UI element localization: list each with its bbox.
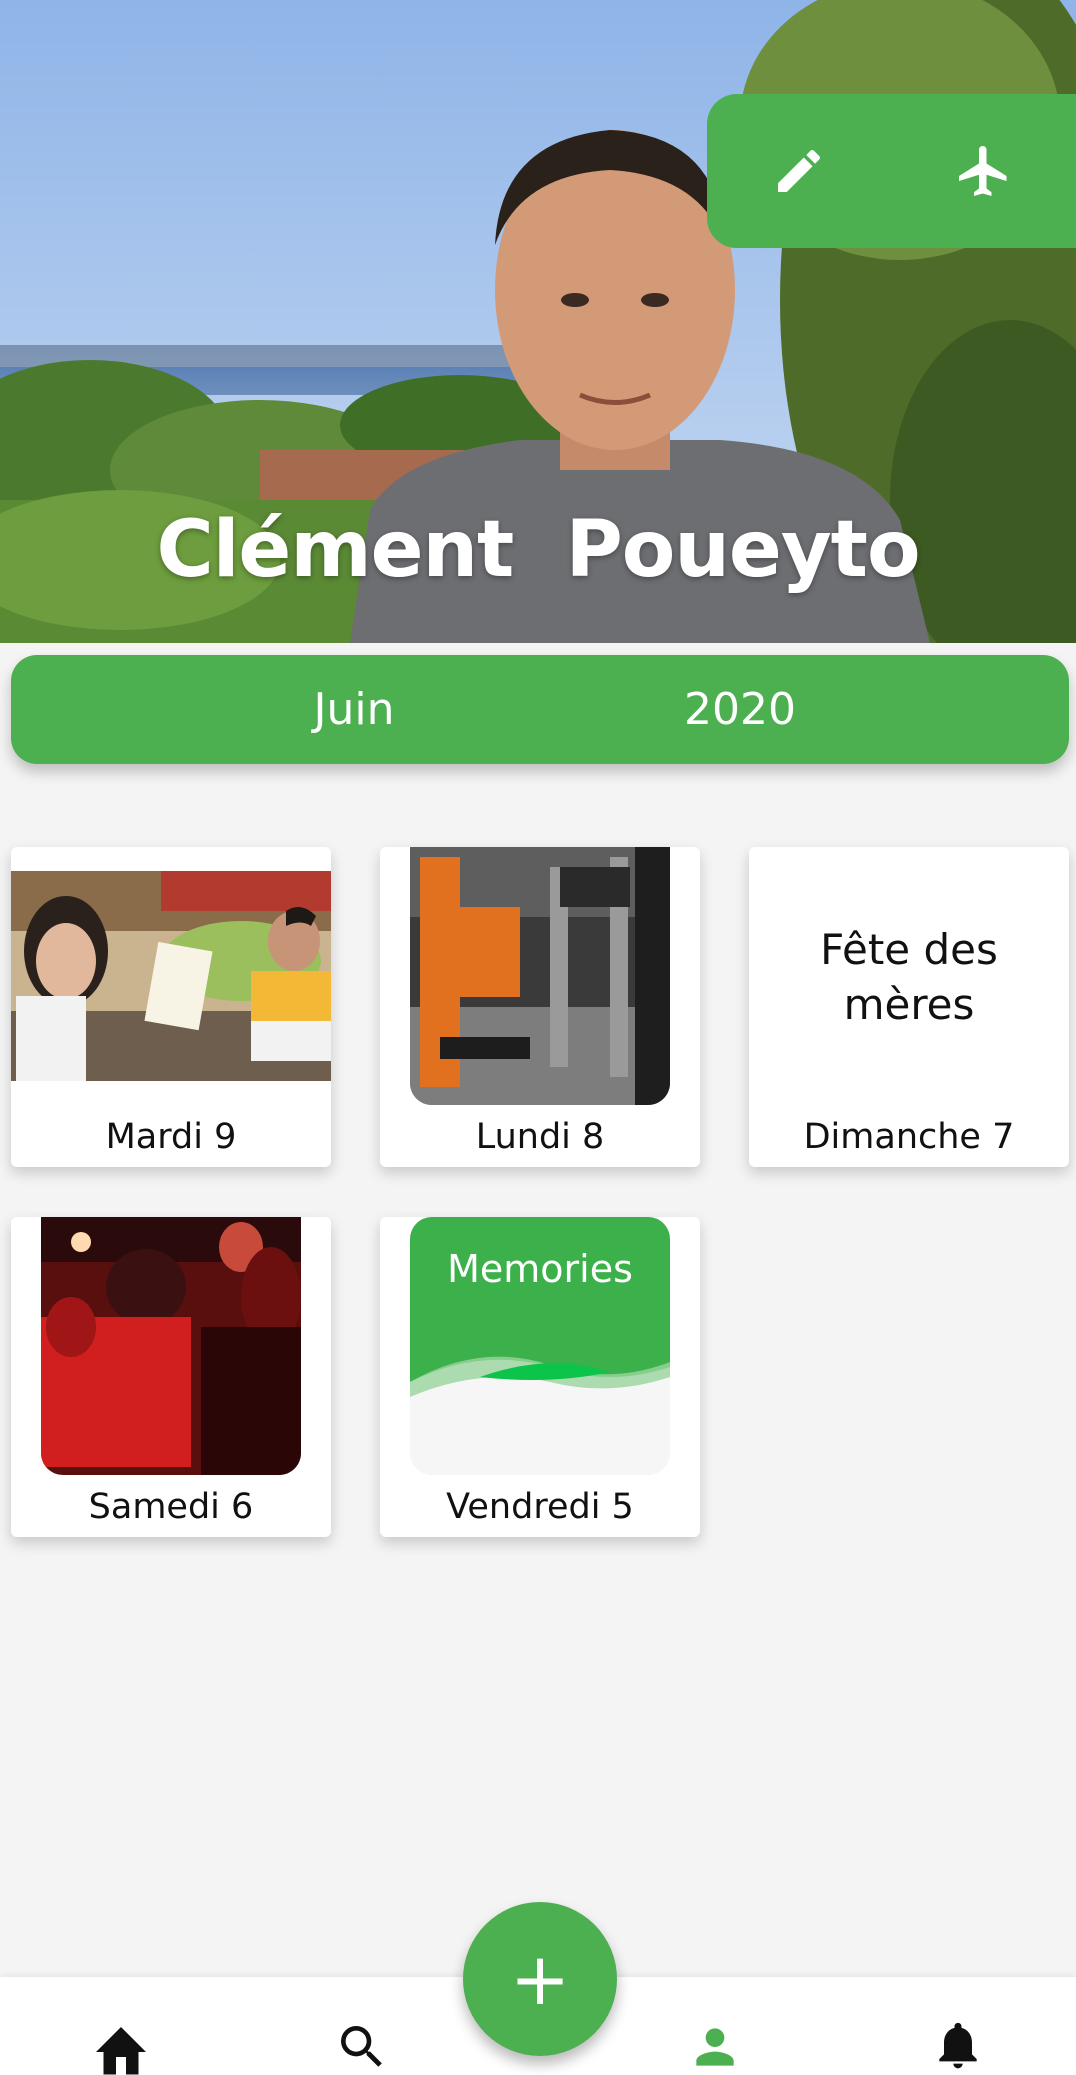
nav-home[interactable] xyxy=(61,1977,181,2075)
event-title-line-1: Fête des xyxy=(820,925,998,974)
bell-icon xyxy=(939,2022,977,2069)
day-card-lundi-8[interactable]: Lundi 8 xyxy=(380,847,700,1167)
day-label: Vendredi 5 xyxy=(446,1487,634,1527)
nav-search[interactable] xyxy=(302,1977,422,2075)
day-label: Mardi 9 xyxy=(105,1117,237,1157)
day-photo xyxy=(410,847,670,1105)
day-photo xyxy=(41,1217,301,1475)
edit-button[interactable] xyxy=(707,94,892,248)
profile-screen: Clément Poueyto Juin 2020 Mardi 9 Lundi … xyxy=(0,0,1076,2075)
search-icon xyxy=(341,2026,382,2067)
day-card-dimanche-7[interactable]: Fête des mères Dimanche 7 xyxy=(749,847,1069,1167)
nav-notifications[interactable] xyxy=(898,1977,1018,2075)
memories-title: Memories xyxy=(447,1247,633,1291)
header-actions xyxy=(707,94,1076,248)
profile-name: Clément Poueyto xyxy=(156,505,920,595)
day-label: Dimanche 7 xyxy=(803,1117,1015,1157)
day-label: Samedi 6 xyxy=(88,1487,254,1527)
event-title-line-2: mères xyxy=(843,980,975,1029)
day-photo xyxy=(11,871,331,1081)
add-button[interactable]: + xyxy=(463,1902,617,2056)
month-selector[interactable]: Juin 2020 xyxy=(11,655,1069,764)
day-card-vendredi-5[interactable]: Memories Vendredi 5 xyxy=(380,1217,700,1537)
day-label: Lundi 8 xyxy=(475,1117,605,1157)
airplane-icon xyxy=(958,146,1007,196)
day-card-samedi-6[interactable]: Samedi 6 xyxy=(11,1217,331,1537)
travel-button[interactable] xyxy=(892,94,1076,248)
nav-profile[interactable] xyxy=(655,1977,775,2075)
event-title: Fête des mères xyxy=(749,922,1069,1032)
add-icon: + xyxy=(509,1937,571,2021)
home-icon xyxy=(96,2027,146,2075)
profile-icon xyxy=(696,2028,734,2066)
pencil-icon xyxy=(778,149,821,192)
day-card-mardi-9[interactable]: Mardi 9 xyxy=(11,847,331,1167)
memories-cover: Memories xyxy=(410,1217,670,1475)
year-label[interactable]: 2020 xyxy=(411,655,1069,764)
